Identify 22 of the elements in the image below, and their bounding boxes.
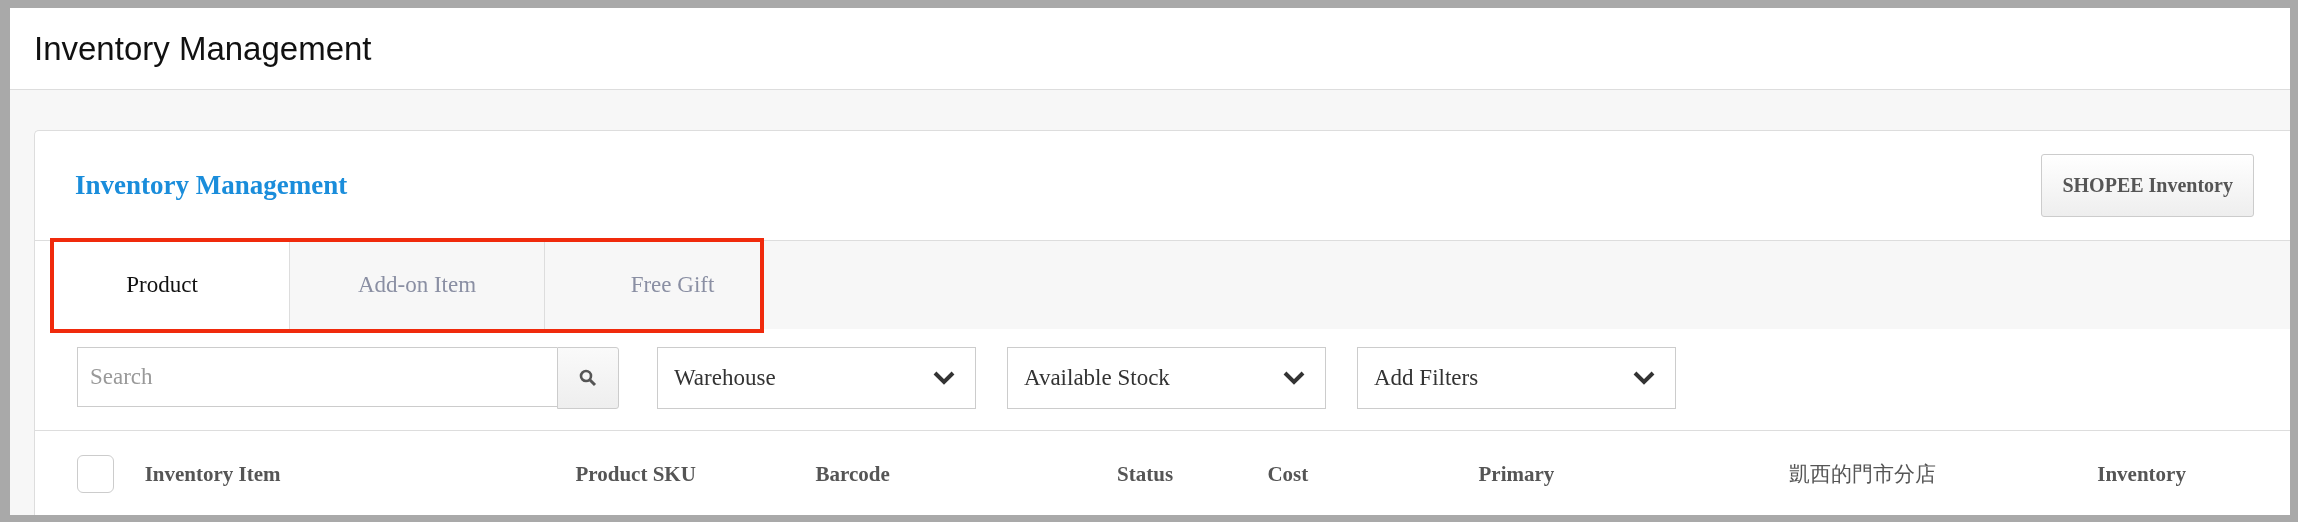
search-button[interactable] [557,347,619,409]
search-icon [579,369,597,387]
column-header: Primary [1478,461,1556,487]
filter-dropdown[interactable]: Warehouse [657,347,976,409]
column-header: Status [1117,461,1175,487]
page-title: Inventory Management [34,29,372,68]
column-header: Inventory Item [144,461,282,487]
column-header: Inventory [2097,461,2187,487]
select-all-checkbox[interactable] [77,455,114,493]
tab[interactable]: Product [35,241,290,329]
column-header: Barcode [815,461,891,487]
search-field[interactable]: Search [77,347,557,407]
card-title: Inventory Management [75,170,348,201]
filter-dropdown[interactable]: Add Filters [1357,347,1676,409]
chevron-down-icon [1633,371,1655,385]
filter-dropdown[interactable]: Available Stock [1007,347,1326,409]
inventory-button[interactable]: SHOPEE Inventory [2041,154,2254,217]
column-header: Product SKU [575,461,697,487]
chevron-down-icon [1283,371,1305,385]
column-header: 凱西的門市分店 [1788,461,1937,488]
column-header: Cost [1267,461,1310,487]
chevron-down-icon [933,371,955,385]
